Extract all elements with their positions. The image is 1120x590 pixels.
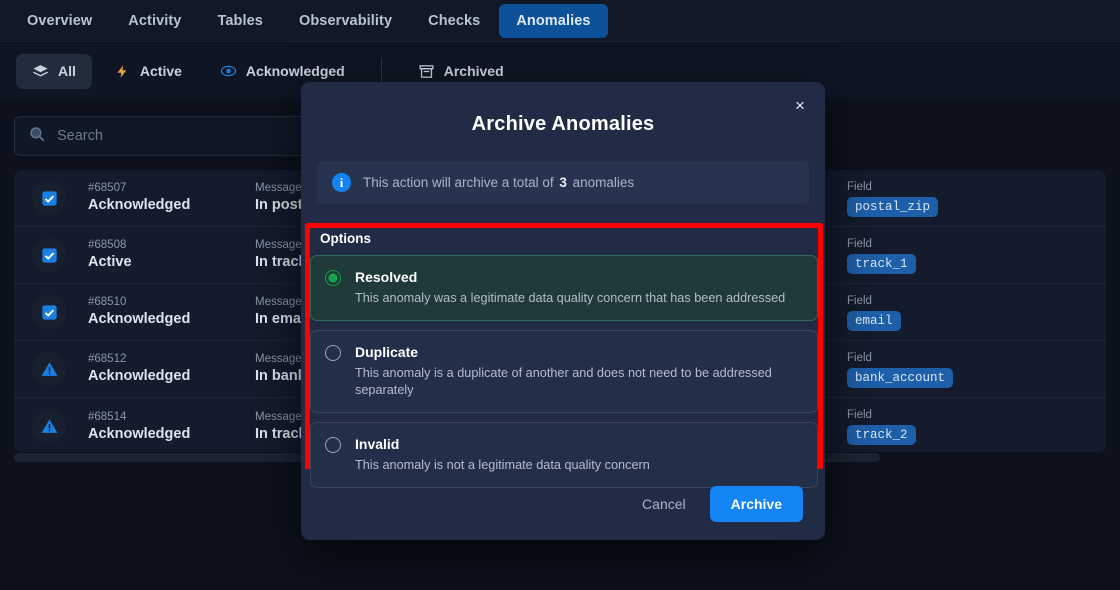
warning-triangle-icon[interactable] bbox=[32, 409, 66, 444]
search-icon bbox=[28, 125, 46, 148]
row-field-tag: bank_account bbox=[847, 367, 954, 388]
filter-divider bbox=[380, 58, 382, 84]
checkbox-checked-icon[interactable] bbox=[32, 238, 66, 272]
tab-overview[interactable]: Overview bbox=[10, 4, 109, 38]
checkbox-checked-icon[interactable] bbox=[32, 181, 66, 215]
row-id: #68514 bbox=[88, 410, 127, 423]
anomalies-page: Overview Activity Tables Observability C… bbox=[0, 0, 1120, 590]
info-icon: i bbox=[332, 173, 351, 192]
row-id: #68512 bbox=[88, 353, 127, 365]
row-status: Acknowledged bbox=[88, 368, 191, 384]
row-id-cell: #68507 Acknowledged bbox=[88, 181, 233, 215]
dialog-title: Archive Anomalies bbox=[471, 113, 655, 135]
info-prefix: This action will archive a total of bbox=[363, 175, 554, 190]
options-header: Options bbox=[320, 231, 371, 246]
row-status: Acknowledged bbox=[88, 197, 191, 213]
row-field-cell: Field track_1 bbox=[847, 237, 1077, 274]
option-duplicate[interactable]: Duplicate This anomaly is a duplicate of… bbox=[310, 330, 818, 413]
option-duplicate-title: Duplicate bbox=[355, 344, 419, 360]
row-field-label: Field bbox=[847, 180, 872, 193]
info-count: 3 bbox=[559, 175, 567, 190]
row-status: Acknowledged bbox=[88, 425, 191, 442]
archive-icon bbox=[418, 63, 435, 80]
row-id: #68510 bbox=[88, 296, 127, 308]
dialog-footer: Cancel Archive bbox=[301, 468, 825, 540]
radio-duplicate-icon[interactable] bbox=[325, 345, 341, 361]
archive-anomalies-dialog: × Archive Anomalies i This action will a… bbox=[301, 82, 825, 540]
close-icon[interactable]: × bbox=[787, 92, 813, 118]
option-resolved-title: Resolved bbox=[355, 269, 418, 285]
filter-all[interactable]: All bbox=[16, 53, 92, 89]
row-status: Acknowledged bbox=[88, 311, 191, 327]
row-field-label: Field bbox=[847, 294, 872, 307]
filter-acknowledged-label: Acknowledged bbox=[245, 63, 345, 79]
lightning-icon bbox=[114, 63, 131, 80]
row-field-tag: email bbox=[847, 310, 901, 331]
info-banner: i This action will archive a total of 3 … bbox=[317, 161, 809, 204]
filter-active-label: Active bbox=[139, 63, 182, 79]
row-field-label: Field bbox=[847, 409, 872, 421]
eye-icon bbox=[220, 63, 237, 80]
filter-active[interactable]: Active bbox=[98, 54, 198, 89]
row-id-cell: #68512 Acknowledged bbox=[88, 352, 233, 386]
row-id: #68507 bbox=[88, 182, 127, 194]
tab-checks[interactable]: Checks bbox=[411, 4, 497, 38]
radio-resolved-icon[interactable] bbox=[325, 270, 341, 286]
archive-button[interactable]: Archive bbox=[709, 486, 803, 522]
cancel-button[interactable]: Cancel bbox=[628, 487, 700, 521]
row-field-label: Field bbox=[847, 237, 872, 250]
filter-all-label: All bbox=[58, 63, 76, 79]
info-text: This action will archive a total of 3 an… bbox=[363, 175, 634, 190]
row-field-cell: Field bank_account bbox=[847, 351, 1077, 388]
filter-archived-label: Archived bbox=[443, 63, 504, 79]
row-field-cell: Field track_2 bbox=[847, 408, 1077, 445]
radio-invalid-icon[interactable] bbox=[325, 437, 341, 453]
option-invalid-title: Invalid bbox=[355, 436, 400, 452]
row-field-cell: Field postal_zip bbox=[847, 180, 1077, 217]
info-suffix: anomalies bbox=[572, 175, 635, 190]
row-status: Active bbox=[88, 254, 132, 270]
row-field-tag: track_1 bbox=[847, 253, 916, 274]
row-field-tag: postal_zip bbox=[847, 196, 939, 217]
main-tab-bar: Overview Activity Tables Observability C… bbox=[0, 0, 1120, 42]
row-id-cell: #68514 Acknowledged bbox=[88, 410, 233, 444]
option-resolved-description: This anomaly was a legitimate data quali… bbox=[355, 291, 786, 305]
row-field-cell: Field email bbox=[847, 294, 1077, 331]
checkbox-checked-icon[interactable] bbox=[32, 295, 66, 329]
row-id: #68508 bbox=[88, 239, 127, 251]
tab-activity[interactable]: Activity bbox=[111, 4, 198, 38]
option-resolved[interactable]: Resolved This anomaly was a legitimate d… bbox=[310, 255, 818, 321]
warning-triangle-icon[interactable] bbox=[32, 352, 66, 386]
row-field-tag: track_2 bbox=[847, 425, 916, 445]
layers-icon bbox=[32, 63, 49, 80]
option-duplicate-description: This anomaly is a duplicate of another a… bbox=[355, 366, 772, 397]
row-field-label: Field bbox=[847, 351, 872, 364]
tab-anomalies[interactable]: Anomalies bbox=[499, 3, 608, 38]
options-group: Options Resolved This anomaly was a legi… bbox=[310, 228, 818, 488]
row-id-cell: #68510 Acknowledged bbox=[88, 295, 233, 329]
tab-observability[interactable]: Observability bbox=[282, 4, 409, 38]
row-id-cell: #68508 Active bbox=[88, 238, 233, 272]
tab-tables[interactable]: Tables bbox=[200, 4, 279, 38]
